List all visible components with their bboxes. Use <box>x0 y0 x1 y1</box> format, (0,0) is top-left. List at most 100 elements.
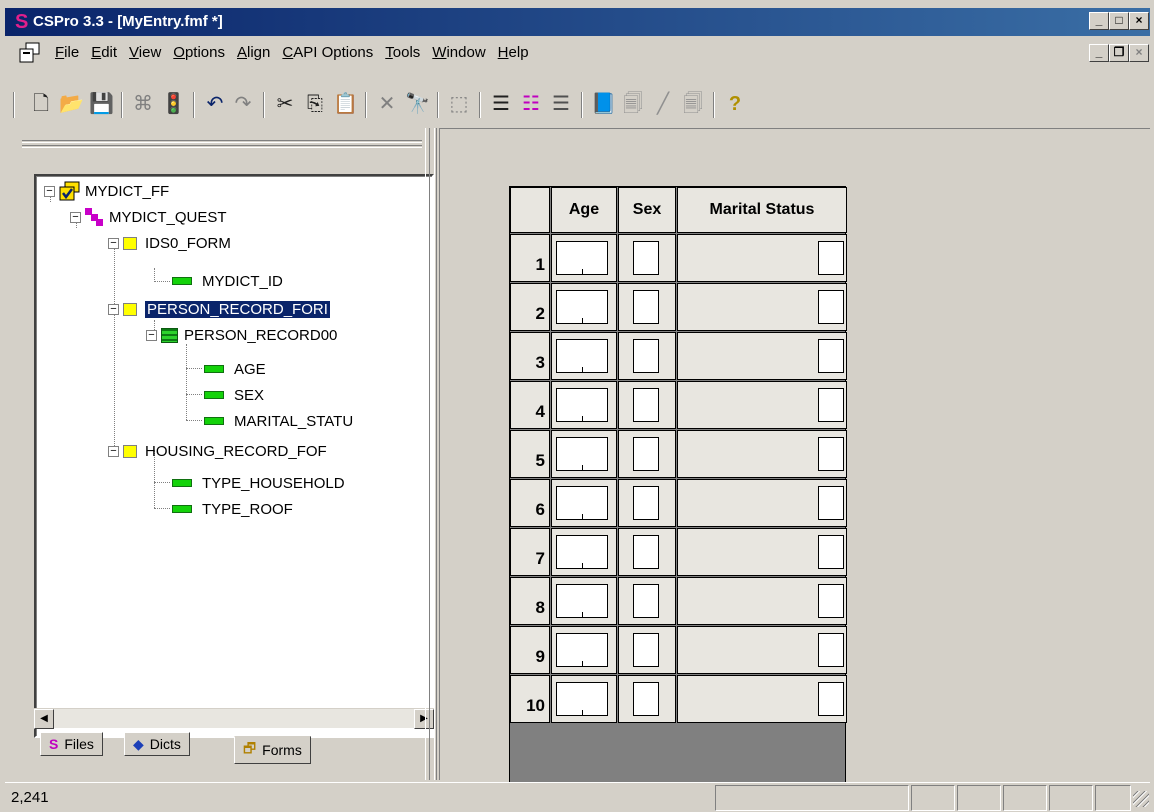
menu-file[interactable]: File <box>49 44 85 61</box>
scroll-left-icon[interactable]: ◀ <box>34 709 54 729</box>
menu-capi-options[interactable]: CAPI Options <box>276 44 379 61</box>
align-color-icon[interactable]: ☷ <box>519 92 543 116</box>
align-left-icon[interactable]: ☰ <box>489 92 513 116</box>
tab-files[interactable]: S Files <box>40 732 103 756</box>
marital-status-field[interactable] <box>818 486 844 520</box>
tree-node-ids0-form[interactable]: − IDS0_FORM <box>108 230 231 256</box>
tab-dicts[interactable]: ◆ Dicts <box>124 732 190 756</box>
forms-disabled-icon[interactable]: 🗐 <box>681 92 705 116</box>
collapse-icon[interactable]: − <box>108 445 119 457</box>
column-header-sex[interactable]: Sex <box>618 187 676 233</box>
marital-status-field[interactable] <box>818 290 844 324</box>
marital-status-field[interactable] <box>818 535 844 569</box>
age-field[interactable] <box>556 241 608 275</box>
menu-options[interactable]: Options <box>167 44 231 61</box>
tree-node-mydict-ff[interactable]: − MYDICT_FF <box>44 178 169 204</box>
marital-status-field[interactable] <box>818 388 844 422</box>
resize-grip-icon[interactable] <box>1133 791 1149 807</box>
tree-node-age[interactable]: AGE <box>204 356 266 382</box>
age-field[interactable] <box>556 584 608 618</box>
age-cell <box>551 234 617 282</box>
age-field[interactable] <box>556 437 608 471</box>
document-icon[interactable] <box>19 42 41 64</box>
tab-forms[interactable]: 🗗 Forms <box>234 736 311 764</box>
doc-close-button[interactable]: × <box>1129 44 1149 62</box>
sex-field[interactable] <box>633 584 659 618</box>
age-field[interactable] <box>556 388 608 422</box>
marital-status-field[interactable] <box>818 339 844 373</box>
select-icon[interactable]: ⬚ <box>447 92 471 116</box>
menu-view[interactable]: View <box>123 44 167 61</box>
doc-restore-button[interactable]: ❐ <box>1109 44 1129 62</box>
sex-field[interactable] <box>633 535 659 569</box>
run-icon[interactable]: 🚦 <box>161 92 186 116</box>
delete-icon[interactable]: ✕ <box>375 92 399 116</box>
marital-status-field[interactable] <box>818 682 844 716</box>
close-button[interactable]: × <box>1129 12 1149 30</box>
column-header-age[interactable]: Age <box>551 187 617 233</box>
cut-icon[interactable]: ✂ <box>273 92 297 116</box>
collapse-icon[interactable]: − <box>108 303 119 315</box>
age-field[interactable] <box>556 682 608 716</box>
cspro-app-icon[interactable]: S <box>15 11 28 34</box>
collapse-icon[interactable]: − <box>44 185 55 197</box>
copy-icon[interactable]: ⎘ <box>303 92 327 116</box>
age-field[interactable] <box>556 535 608 569</box>
undo-icon[interactable]: ↶ <box>203 92 227 116</box>
sex-field[interactable] <box>633 486 659 520</box>
redo-icon[interactable]: ↷ <box>231 92 255 116</box>
pane-splitter[interactable] <box>425 128 437 780</box>
roster-grid[interactable]: Age Sex Marital Status 1 2 3 4 5 6 7 8 9… <box>509 186 847 783</box>
maximize-button[interactable]: □ <box>1109 12 1129 30</box>
marital-status-field[interactable] <box>818 584 844 618</box>
generate-icon[interactable]: ⌘ <box>131 92 155 116</box>
sex-field[interactable] <box>633 388 659 422</box>
sex-field[interactable] <box>633 682 659 716</box>
menu-edit[interactable]: Edit <box>85 44 123 61</box>
tree-node-type-household[interactable]: TYPE_HOUSEHOLD <box>172 470 345 496</box>
list-icon[interactable]: ☰ <box>549 92 573 116</box>
paste-icon[interactable]: 📋 <box>333 92 358 116</box>
column-header-marital-status[interactable]: Marital Status <box>677 187 847 233</box>
find-icon[interactable]: 🔭 <box>405 92 430 116</box>
marital-status-field[interactable] <box>818 633 844 667</box>
tree-node-person-record-roster[interactable]: − PERSON_RECORD00 <box>146 322 337 348</box>
marital-status-field[interactable] <box>818 241 844 275</box>
collapse-icon[interactable]: − <box>70 211 81 223</box>
age-field[interactable] <box>556 290 608 324</box>
menu-tools[interactable]: Tools <box>379 44 426 61</box>
pane-grip[interactable] <box>22 145 422 148</box>
tree-node-type-roof[interactable]: TYPE_ROOF <box>172 496 293 522</box>
new-icon[interactable]: 🗋 <box>29 92 53 116</box>
sex-field[interactable] <box>633 633 659 667</box>
forms-icon[interactable]: 🗐 <box>621 92 645 116</box>
age-field[interactable] <box>556 486 608 520</box>
help-icon[interactable]: ? <box>723 92 747 116</box>
tree-node-mydict-quest[interactable]: − MYDICT_QUEST <box>70 204 227 230</box>
collapse-icon[interactable]: − <box>146 329 157 341</box>
horizontal-scrollbar[interactable]: ◀ ▶ <box>34 708 434 729</box>
age-field[interactable] <box>556 339 608 373</box>
edit-icon[interactable]: ╱ <box>651 92 675 116</box>
dictionary-icon[interactable]: 📘 <box>591 92 616 116</box>
age-field[interactable] <box>556 633 608 667</box>
save-icon[interactable]: 💾 <box>89 92 114 116</box>
open-icon[interactable]: 📂 <box>59 92 84 116</box>
tree-node-mydict-id[interactable]: MYDICT_ID <box>172 268 283 294</box>
sex-field[interactable] <box>633 290 659 324</box>
sex-field[interactable] <box>633 437 659 471</box>
sex-field[interactable] <box>633 241 659 275</box>
tree-node-sex[interactable]: SEX <box>204 382 264 408</box>
tree-node-housing-record-form[interactable]: − HOUSING_RECORD_FOF <box>108 438 327 464</box>
menu-align[interactable]: Align <box>231 44 276 61</box>
minimize-button[interactable]: _ <box>1089 12 1109 30</box>
menu-window[interactable]: Window <box>426 44 491 61</box>
menu-help[interactable]: Help <box>492 44 535 61</box>
tree-node-marital-status[interactable]: MARITAL_STATU <box>204 408 353 434</box>
tree-node-person-record-form[interactable]: − PERSON_RECORD_FORI <box>108 296 331 322</box>
doc-minimize-button[interactable]: _ <box>1089 44 1109 62</box>
pane-grip[interactable] <box>22 140 422 143</box>
collapse-icon[interactable]: − <box>108 237 119 249</box>
marital-status-field[interactable] <box>818 437 844 471</box>
sex-field[interactable] <box>633 339 659 373</box>
